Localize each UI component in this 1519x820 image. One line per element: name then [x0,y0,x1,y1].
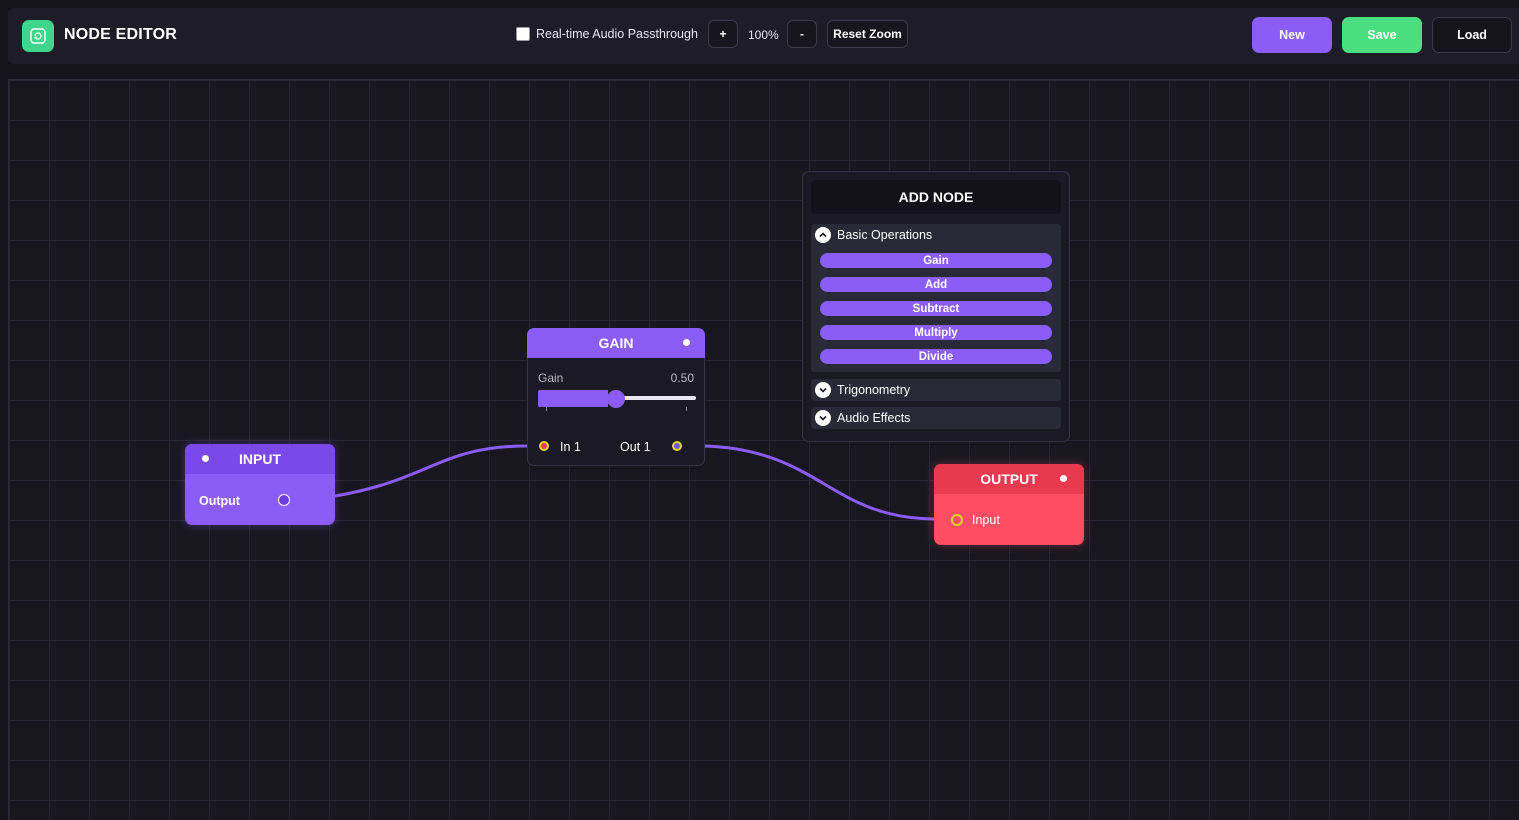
chevron-down-icon[interactable] [815,410,831,426]
output-node[interactable]: OUTPUT Input [934,464,1084,545]
chevron-up-icon[interactable] [815,227,831,243]
node-status-dot [202,455,209,462]
category-label: Audio Effects [837,411,911,425]
wire-input-to-gain [334,444,528,498]
slider-tick [546,407,547,411]
out-port[interactable] [672,441,682,451]
node-status-dot [683,339,690,346]
gain-slider-fill[interactable] [538,390,608,407]
category-label: Trigonometry [837,383,911,397]
category-label: Basic Operations [837,228,933,242]
slider-tick [686,407,687,411]
gain-slider-thumb[interactable] [607,390,625,408]
input-node-header[interactable]: INPUT [185,444,335,474]
out-port-label: Out 1 [620,440,651,454]
category-basic-operations: Basic Operations Gain Add Subtract Multi… [811,224,1061,372]
add-gain-button[interactable]: Gain [820,253,1052,268]
connection-wires [334,444,935,521]
add-subtract-button[interactable]: Subtract [820,301,1052,316]
wire-gain-to-output [704,444,935,521]
in-port-label: In 1 [560,440,581,454]
add-node-panel: ADD NODE Basic Operations Gain Add Subtr… [802,171,1070,442]
gain-node[interactable]: GAIN Gain 0.50 In 1 Out 1 [527,328,705,466]
gain-param-value: 0.50 [670,371,694,385]
input-port[interactable] [951,514,963,526]
add-node-title: ADD NODE [811,180,1061,214]
input-node[interactable]: INPUT Output [185,444,335,525]
add-multiply-button[interactable]: Multiply [820,325,1052,340]
add-divide-button[interactable]: Divide [820,349,1052,364]
output-port[interactable] [278,494,290,506]
category-trigonometry[interactable]: Trigonometry [811,379,1061,401]
node-status-dot [1060,475,1067,482]
gain-param-label: Gain [538,371,564,385]
gain-node-title: GAIN [598,335,634,351]
output-node-title: OUTPUT [980,471,1038,487]
add-add-button[interactable]: Add [820,277,1052,292]
input-port-label: Input [972,513,1000,527]
category-header[interactable]: Trigonometry [811,379,1061,401]
category-header[interactable]: Basic Operations [811,224,1061,246]
category-audio-effects[interactable]: Audio Effects [811,407,1061,429]
output-port-label: Output [199,494,240,508]
gain-node-header[interactable]: GAIN [527,328,705,358]
output-node-header[interactable]: OUTPUT [934,464,1084,494]
in-port[interactable] [539,441,549,451]
input-node-title: INPUT [239,451,281,467]
category-header[interactable]: Audio Effects [811,407,1061,429]
chevron-down-icon[interactable] [815,382,831,398]
